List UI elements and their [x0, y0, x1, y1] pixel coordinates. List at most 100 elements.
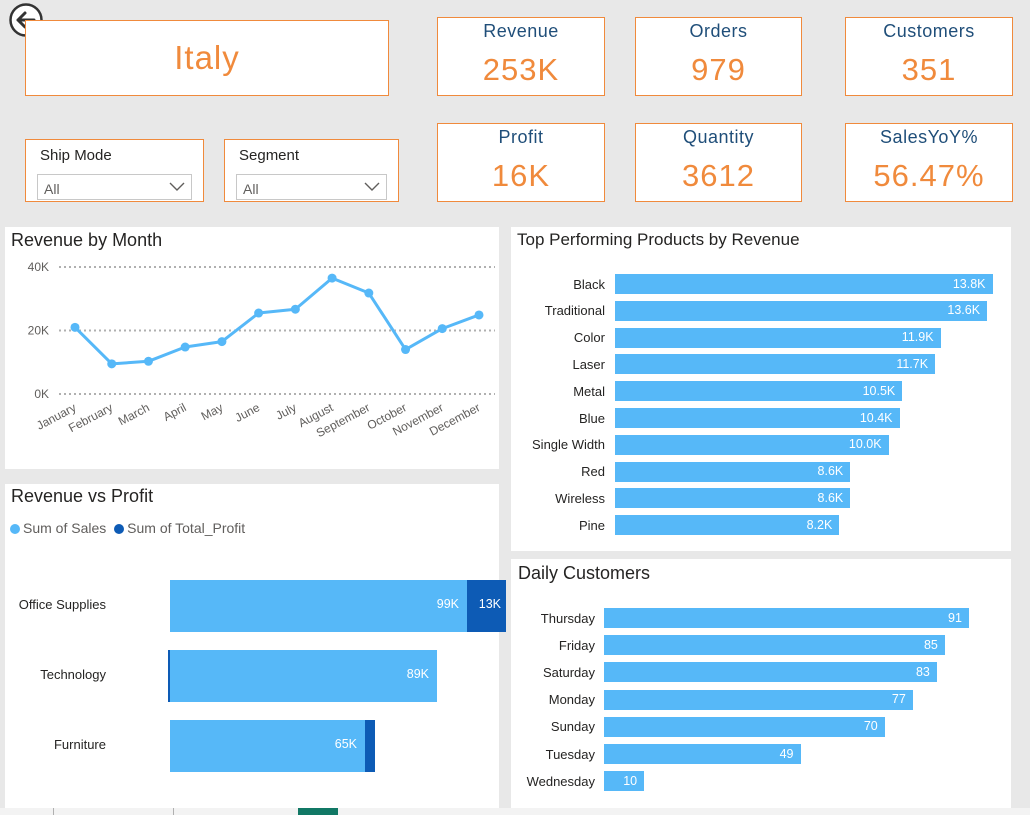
kpi-customers: Customers 351: [845, 17, 1013, 96]
category-label: Laser: [572, 356, 605, 372]
chevron-down-icon: [169, 182, 185, 191]
category-label: Monday: [548, 692, 595, 708]
category-label: Color: [573, 330, 605, 346]
data-label: 85: [923, 637, 938, 652]
category-label: Wireless: [555, 490, 605, 506]
category-label: Red: [581, 464, 605, 480]
data-label: 13.6K: [947, 303, 981, 318]
data-label: 70: [863, 719, 878, 734]
kpi-profit: Profit 16K: [437, 123, 605, 202]
kpi-label: SalesYoY%: [880, 127, 978, 147]
category-label: Traditional: [544, 303, 605, 319]
category-label: Office Supplies: [18, 597, 106, 612]
category-label: Sunday: [550, 719, 595, 735]
revenue-by-month-chart: 0K20K40KJanuaryFebruary March April May June…: [28, 260, 495, 440]
data-label: 77: [891, 692, 906, 707]
data-label: 13.8K: [952, 276, 986, 291]
y-tick-label: 40K: [28, 260, 49, 274]
kpi-revenue: Revenue 253K: [437, 17, 605, 96]
data-point: [254, 308, 264, 318]
kpi-sales-yoy: SalesYoY% 56.47%: [845, 123, 1013, 202]
data-point: [474, 310, 484, 320]
x-tick-label: May: [199, 400, 226, 423]
category-label: Saturday: [542, 664, 595, 680]
category-label: Wednesday: [526, 773, 595, 789]
category-label: Furniture: [53, 737, 106, 752]
country-card: Italy: [25, 20, 389, 96]
x-tick-label: March: [116, 400, 152, 428]
kpi-value: 253K: [482, 52, 560, 87]
daily-customers-chart: Thursday 91 Friday 85 Saturday 83 Monday 77 Sund…: [511, 559, 1011, 808]
kpi-value: 56.47%: [873, 158, 985, 193]
data-label: 11.7K: [896, 356, 929, 371]
data-point: [70, 322, 80, 332]
country-name: Italy: [174, 39, 240, 76]
data-label: 8.2K: [806, 517, 833, 532]
category-label: Tuesday: [545, 746, 595, 762]
kpi-label: Revenue: [483, 21, 559, 41]
data-point: [217, 337, 227, 347]
data-point: [143, 356, 153, 366]
revenue-by-month-panel: Revenue by Month 0K 20K 40K January February…: [5, 227, 499, 469]
kpi-quantity: Quantity 3612: [635, 123, 802, 202]
data-label: 8.6K: [817, 464, 844, 479]
kpi-label: Quantity: [682, 127, 755, 147]
top-products-chart: Black 13.8K Traditional 13.6K Color 11.9K Lase…: [511, 227, 1011, 551]
category-label: Technology: [40, 667, 106, 682]
top-products-panel: Top Performing Products by Revenue Black…: [511, 227, 1011, 551]
kpi-value: 979: [691, 52, 746, 87]
tab-divider: [173, 808, 174, 815]
data-point: [364, 288, 374, 298]
category-label: Thursday: [540, 610, 595, 626]
data-point: [107, 359, 117, 369]
category-label: Friday: [558, 637, 595, 653]
data-label: 99K: [436, 597, 459, 611]
data-label: 49: [779, 746, 794, 761]
data-point: [180, 342, 190, 352]
data-label: 10.5K: [862, 383, 896, 398]
category-label: Black: [573, 276, 605, 292]
category-label: Blue: [578, 410, 605, 426]
kpi-label: Profit: [498, 127, 544, 147]
data-point: [290, 304, 300, 314]
data-label: 89K: [406, 667, 429, 681]
profit-bar: [168, 650, 170, 702]
tab-divider: [53, 808, 54, 815]
revenue-vs-profit-chart: Office Supplies 99K 13K Technology 89K Furnit…: [5, 484, 506, 808]
dropdown-value: All: [44, 181, 60, 197]
category-label: Single Width: [532, 437, 605, 453]
data-point: [437, 324, 447, 334]
active-page-tab[interactable]: [298, 808, 338, 815]
kpi-label: Orders: [689, 21, 748, 41]
segment-dropdown[interactable]: All: [236, 174, 387, 200]
ship-mode-slicer: Ship Mode All: [25, 139, 204, 202]
data-label: 8.6K: [817, 490, 844, 505]
category-label: Metal: [573, 383, 605, 399]
revenue-line: [73, 276, 480, 366]
daily-customers-panel: Daily Customers Thursday 91 Friday 85 Saturd…: [511, 559, 1011, 808]
data-label: 10.4K: [859, 410, 893, 425]
kpi-label: Customers: [883, 21, 975, 41]
category-label: Pine: [578, 517, 605, 533]
kpi-value: 16K: [491, 158, 551, 193]
ship-mode-dropdown[interactable]: All: [37, 174, 192, 200]
x-tick-label: April: [161, 400, 189, 424]
page-tabs-strip: [0, 808, 1030, 815]
data-point: [327, 273, 337, 283]
y-tick-label: 20K: [28, 324, 49, 338]
kpi-value: 351: [901, 52, 957, 87]
x-tick-label: July: [273, 400, 298, 422]
data-label: 10.0K: [848, 437, 882, 452]
dropdown-value: All: [243, 181, 259, 197]
kpi-value: 3612: [682, 158, 755, 193]
data-label: 91: [948, 610, 962, 625]
data-label: 11.9K: [901, 330, 934, 345]
data-point: [401, 345, 411, 355]
slicer-title: Ship Mode: [40, 147, 112, 164]
revenue-vs-profit-panel: Revenue vs Profit Sum of Sales Sum of To…: [5, 484, 506, 808]
slicer-title: Segment: [239, 147, 300, 164]
profit-bar: [365, 720, 375, 772]
kpi-orders: Orders 979: [635, 17, 802, 96]
data-label: 13K: [478, 597, 501, 611]
data-label: 10: [623, 773, 638, 788]
